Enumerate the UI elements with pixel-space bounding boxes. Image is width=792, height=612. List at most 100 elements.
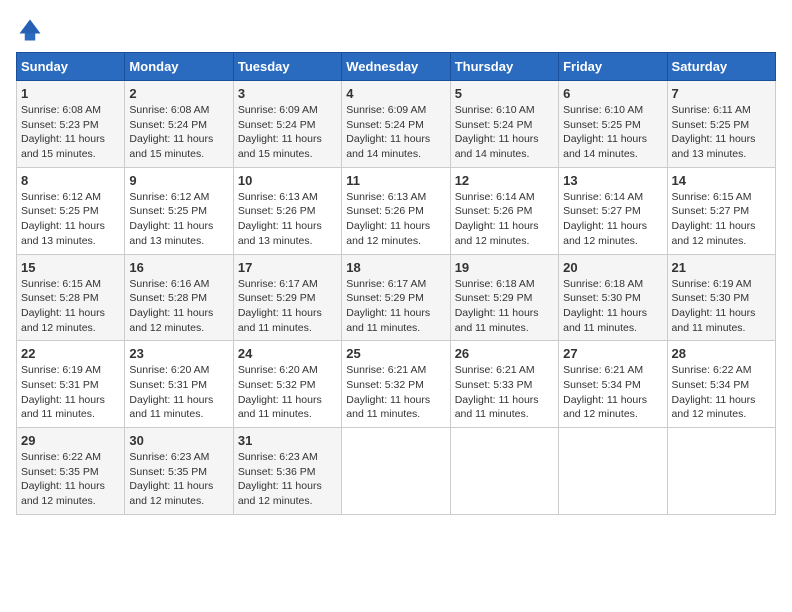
day-info: Sunrise: 6:14 AM Sunset: 5:26 PM Dayligh… <box>455 190 554 249</box>
calendar-cell: 18 Sunrise: 6:17 AM Sunset: 5:29 PM Dayl… <box>342 254 450 341</box>
day-info: Sunrise: 6:11 AM Sunset: 5:25 PM Dayligh… <box>672 103 771 162</box>
day-info: Sunrise: 6:15 AM Sunset: 5:28 PM Dayligh… <box>21 277 120 336</box>
day-number: 7 <box>672 86 771 101</box>
calendar-cell: 5 Sunrise: 6:10 AM Sunset: 5:24 PM Dayli… <box>450 81 558 168</box>
calendar-week: 15 Sunrise: 6:15 AM Sunset: 5:28 PM Dayl… <box>17 254 776 341</box>
calendar-cell: 26 Sunrise: 6:21 AM Sunset: 5:33 PM Dayl… <box>450 341 558 428</box>
day-number: 13 <box>563 173 662 188</box>
day-info: Sunrise: 6:09 AM Sunset: 5:24 PM Dayligh… <box>238 103 337 162</box>
day-header: Wednesday <box>342 53 450 81</box>
day-number: 31 <box>238 433 337 448</box>
day-number: 27 <box>563 346 662 361</box>
day-number: 21 <box>672 260 771 275</box>
day-header: Friday <box>559 53 667 81</box>
day-info: Sunrise: 6:15 AM Sunset: 5:27 PM Dayligh… <box>672 190 771 249</box>
day-info: Sunrise: 6:21 AM Sunset: 5:32 PM Dayligh… <box>346 363 445 422</box>
day-number: 28 <box>672 346 771 361</box>
header-row: SundayMondayTuesdayWednesdayThursdayFrid… <box>17 53 776 81</box>
calendar-cell: 2 Sunrise: 6:08 AM Sunset: 5:24 PM Dayli… <box>125 81 233 168</box>
calendar-week: 29 Sunrise: 6:22 AM Sunset: 5:35 PM Dayl… <box>17 428 776 515</box>
calendar-cell <box>667 428 775 515</box>
calendar-cell: 20 Sunrise: 6:18 AM Sunset: 5:30 PM Dayl… <box>559 254 667 341</box>
day-info: Sunrise: 6:17 AM Sunset: 5:29 PM Dayligh… <box>346 277 445 336</box>
day-number: 5 <box>455 86 554 101</box>
day-number: 4 <box>346 86 445 101</box>
day-number: 6 <box>563 86 662 101</box>
calendar-cell <box>559 428 667 515</box>
calendar-cell: 31 Sunrise: 6:23 AM Sunset: 5:36 PM Dayl… <box>233 428 341 515</box>
day-number: 25 <box>346 346 445 361</box>
day-info: Sunrise: 6:20 AM Sunset: 5:31 PM Dayligh… <box>129 363 228 422</box>
day-info: Sunrise: 6:10 AM Sunset: 5:25 PM Dayligh… <box>563 103 662 162</box>
calendar-cell: 10 Sunrise: 6:13 AM Sunset: 5:26 PM Dayl… <box>233 167 341 254</box>
day-number: 1 <box>21 86 120 101</box>
day-number: 23 <box>129 346 228 361</box>
day-info: Sunrise: 6:17 AM Sunset: 5:29 PM Dayligh… <box>238 277 337 336</box>
day-info: Sunrise: 6:22 AM Sunset: 5:35 PM Dayligh… <box>21 450 120 509</box>
calendar-cell: 16 Sunrise: 6:16 AM Sunset: 5:28 PM Dayl… <box>125 254 233 341</box>
day-number: 20 <box>563 260 662 275</box>
calendar-table: SundayMondayTuesdayWednesdayThursdayFrid… <box>16 52 776 515</box>
day-info: Sunrise: 6:12 AM Sunset: 5:25 PM Dayligh… <box>21 190 120 249</box>
day-info: Sunrise: 6:20 AM Sunset: 5:32 PM Dayligh… <box>238 363 337 422</box>
day-number: 19 <box>455 260 554 275</box>
day-info: Sunrise: 6:22 AM Sunset: 5:34 PM Dayligh… <box>672 363 771 422</box>
day-info: Sunrise: 6:12 AM Sunset: 5:25 PM Dayligh… <box>129 190 228 249</box>
calendar-cell: 13 Sunrise: 6:14 AM Sunset: 5:27 PM Dayl… <box>559 167 667 254</box>
day-info: Sunrise: 6:08 AM Sunset: 5:23 PM Dayligh… <box>21 103 120 162</box>
calendar-cell: 24 Sunrise: 6:20 AM Sunset: 5:32 PM Dayl… <box>233 341 341 428</box>
calendar-cell: 7 Sunrise: 6:11 AM Sunset: 5:25 PM Dayli… <box>667 81 775 168</box>
day-info: Sunrise: 6:18 AM Sunset: 5:29 PM Dayligh… <box>455 277 554 336</box>
calendar-cell: 27 Sunrise: 6:21 AM Sunset: 5:34 PM Dayl… <box>559 341 667 428</box>
calendar-cell: 30 Sunrise: 6:23 AM Sunset: 5:35 PM Dayl… <box>125 428 233 515</box>
calendar-cell: 22 Sunrise: 6:19 AM Sunset: 5:31 PM Dayl… <box>17 341 125 428</box>
calendar-cell: 21 Sunrise: 6:19 AM Sunset: 5:30 PM Dayl… <box>667 254 775 341</box>
day-number: 8 <box>21 173 120 188</box>
calendar-cell: 6 Sunrise: 6:10 AM Sunset: 5:25 PM Dayli… <box>559 81 667 168</box>
day-info: Sunrise: 6:13 AM Sunset: 5:26 PM Dayligh… <box>346 190 445 249</box>
day-number: 18 <box>346 260 445 275</box>
calendar-cell: 19 Sunrise: 6:18 AM Sunset: 5:29 PM Dayl… <box>450 254 558 341</box>
day-info: Sunrise: 6:13 AM Sunset: 5:26 PM Dayligh… <box>238 190 337 249</box>
calendar-cell: 4 Sunrise: 6:09 AM Sunset: 5:24 PM Dayli… <box>342 81 450 168</box>
calendar-cell: 1 Sunrise: 6:08 AM Sunset: 5:23 PM Dayli… <box>17 81 125 168</box>
day-header: Saturday <box>667 53 775 81</box>
day-header: Thursday <box>450 53 558 81</box>
day-number: 11 <box>346 173 445 188</box>
day-number: 29 <box>21 433 120 448</box>
day-header: Monday <box>125 53 233 81</box>
calendar-week: 8 Sunrise: 6:12 AM Sunset: 5:25 PM Dayli… <box>17 167 776 254</box>
day-number: 9 <box>129 173 228 188</box>
day-info: Sunrise: 6:21 AM Sunset: 5:34 PM Dayligh… <box>563 363 662 422</box>
logo-icon <box>16 16 44 44</box>
calendar-cell: 15 Sunrise: 6:15 AM Sunset: 5:28 PM Dayl… <box>17 254 125 341</box>
calendar-cell <box>450 428 558 515</box>
day-info: Sunrise: 6:18 AM Sunset: 5:30 PM Dayligh… <box>563 277 662 336</box>
calendar-cell <box>342 428 450 515</box>
day-number: 24 <box>238 346 337 361</box>
calendar-cell: 11 Sunrise: 6:13 AM Sunset: 5:26 PM Dayl… <box>342 167 450 254</box>
calendar-cell: 17 Sunrise: 6:17 AM Sunset: 5:29 PM Dayl… <box>233 254 341 341</box>
day-number: 15 <box>21 260 120 275</box>
logo <box>16 16 48 44</box>
calendar-cell: 8 Sunrise: 6:12 AM Sunset: 5:25 PM Dayli… <box>17 167 125 254</box>
day-info: Sunrise: 6:08 AM Sunset: 5:24 PM Dayligh… <box>129 103 228 162</box>
day-number: 30 <box>129 433 228 448</box>
day-info: Sunrise: 6:23 AM Sunset: 5:35 PM Dayligh… <box>129 450 228 509</box>
calendar-cell: 25 Sunrise: 6:21 AM Sunset: 5:32 PM Dayl… <box>342 341 450 428</box>
calendar-cell: 9 Sunrise: 6:12 AM Sunset: 5:25 PM Dayli… <box>125 167 233 254</box>
day-info: Sunrise: 6:16 AM Sunset: 5:28 PM Dayligh… <box>129 277 228 336</box>
day-info: Sunrise: 6:19 AM Sunset: 5:30 PM Dayligh… <box>672 277 771 336</box>
day-number: 14 <box>672 173 771 188</box>
day-header: Sunday <box>17 53 125 81</box>
calendar-cell: 23 Sunrise: 6:20 AM Sunset: 5:31 PM Dayl… <box>125 341 233 428</box>
day-number: 22 <box>21 346 120 361</box>
calendar-week: 22 Sunrise: 6:19 AM Sunset: 5:31 PM Dayl… <box>17 341 776 428</box>
day-number: 12 <box>455 173 554 188</box>
day-number: 10 <box>238 173 337 188</box>
day-number: 17 <box>238 260 337 275</box>
calendar-cell: 12 Sunrise: 6:14 AM Sunset: 5:26 PM Dayl… <box>450 167 558 254</box>
day-info: Sunrise: 6:10 AM Sunset: 5:24 PM Dayligh… <box>455 103 554 162</box>
calendar-cell: 3 Sunrise: 6:09 AM Sunset: 5:24 PM Dayli… <box>233 81 341 168</box>
day-number: 2 <box>129 86 228 101</box>
